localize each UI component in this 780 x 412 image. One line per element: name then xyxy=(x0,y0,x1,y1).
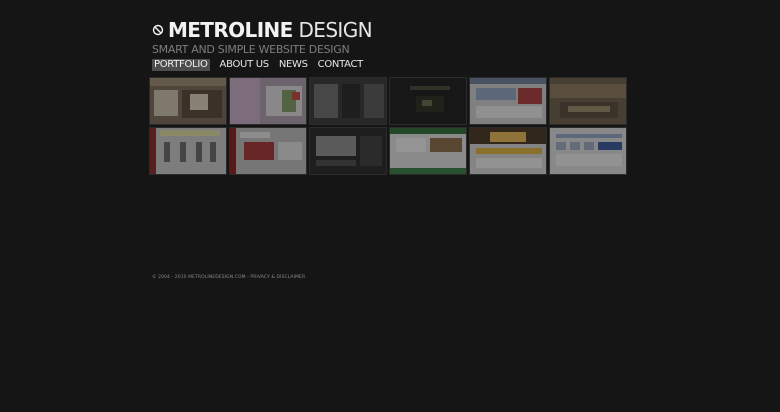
site-footer: © 2004 - 2010 METROLINEDESIGN.COM - PRIV… xyxy=(152,275,305,280)
site-header: METROLINE DESIGN SMART AND SIMPLE WEBSIT… xyxy=(152,18,373,71)
logo[interactable]: METROLINE DESIGN xyxy=(152,18,373,42)
copyright-text: © 2004 - 2010 METROLINEDESIGN.COM xyxy=(152,275,246,280)
nav-item-news[interactable]: NEWS xyxy=(279,59,308,71)
page: METROLINE DESIGN SMART AND SIMPLE WEBSIT… xyxy=(0,0,780,412)
portfolio-thumbnail[interactable] xyxy=(389,77,467,125)
brand-name: METROLINE DESIGN xyxy=(167,18,373,42)
circle-slash-logo-icon xyxy=(152,24,164,36)
portfolio-thumbnail[interactable] xyxy=(309,77,387,125)
portfolio-thumbnail[interactable] xyxy=(309,127,387,175)
portfolio-grid xyxy=(149,77,631,175)
brand-name-bold: METROLINE xyxy=(167,18,293,42)
portfolio-thumbnail[interactable] xyxy=(469,77,547,125)
tagline: SMART AND SIMPLE WEBSITE DESIGN xyxy=(152,43,350,56)
portfolio-thumbnail[interactable] xyxy=(549,127,627,175)
portfolio-thumbnail[interactable] xyxy=(549,77,627,125)
nav-item-portfolio[interactable]: PORTFOLIO xyxy=(152,59,210,71)
portfolio-thumbnail[interactable] xyxy=(149,77,227,125)
brand-name-light: DESIGN xyxy=(298,18,373,42)
nav-item-about-us[interactable]: ABOUT US xyxy=(220,59,270,71)
portfolio-thumbnail[interactable] xyxy=(469,127,547,175)
portfolio-thumbnail[interactable] xyxy=(229,127,307,175)
portfolio-thumbnail[interactable] xyxy=(389,127,467,175)
privacy-disclaimer-link[interactable]: PRIVACY & DISCLAIMER xyxy=(250,275,305,280)
main-nav: PORTFOLIO ABOUT US NEWS CONTACT xyxy=(152,59,372,71)
portfolio-thumbnail[interactable] xyxy=(229,77,307,125)
nav-item-contact[interactable]: CONTACT xyxy=(318,59,364,71)
portfolio-thumbnail[interactable] xyxy=(149,127,227,175)
